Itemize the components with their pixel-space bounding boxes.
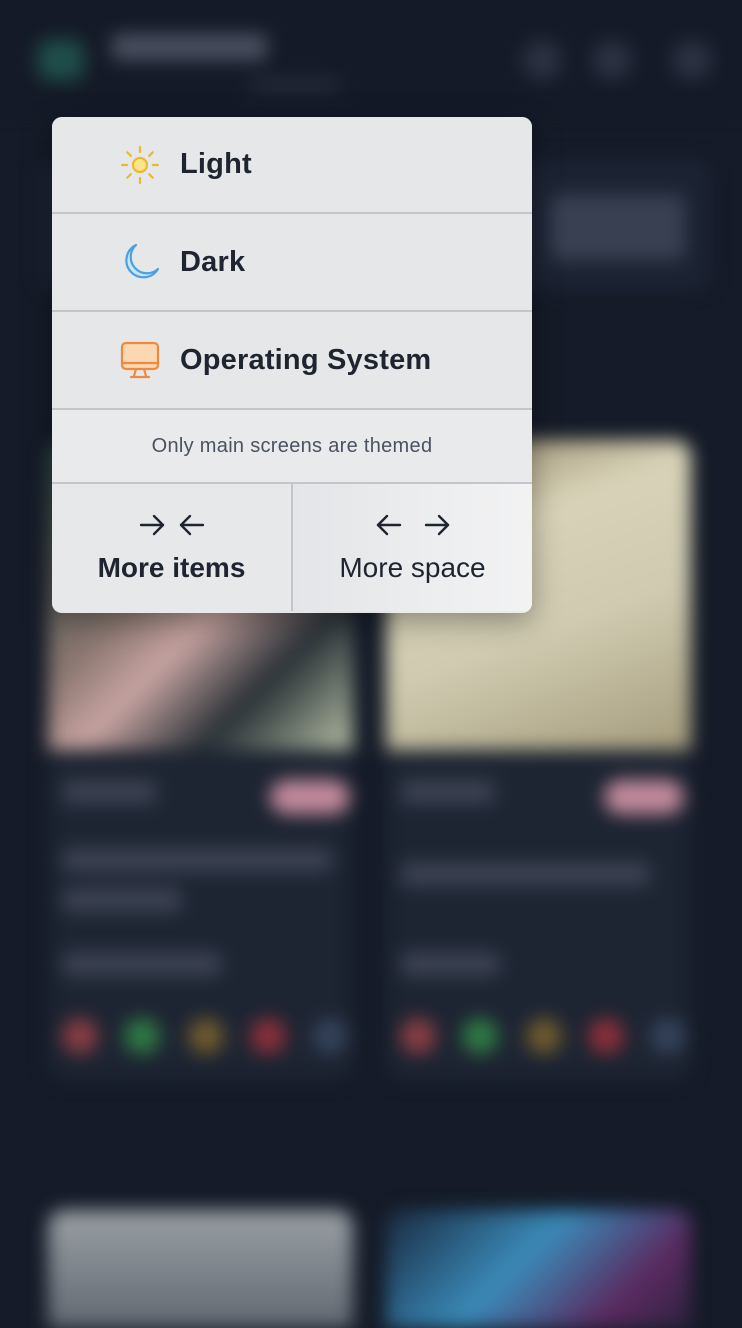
theme-option-label: Operating System	[180, 343, 432, 376]
theme-option-label: Light	[180, 148, 252, 180]
theme-option-dark[interactable]: Dark	[52, 214, 532, 312]
more-items-button[interactable]: More items	[52, 484, 293, 611]
arrows-outward-icon	[374, 510, 452, 540]
more-items-label: More items	[97, 552, 246, 583]
theme-note-text: Only main screens are themed	[151, 434, 433, 457]
theme-settings-popover: Light Dark Operating System Only main sc…	[52, 117, 532, 613]
more-space-label: More space	[339, 552, 486, 583]
density-toggle: More items More space	[52, 484, 532, 611]
app-subtitle	[250, 80, 340, 90]
header-avatar	[672, 40, 712, 80]
theme-note: Only main screens are themed	[52, 410, 532, 484]
app-title	[112, 34, 267, 60]
more-space-button[interactable]: More space	[293, 484, 532, 611]
theme-option-light[interactable]: Light	[52, 117, 532, 214]
theme-option-operating-system[interactable]: Operating System	[52, 312, 532, 410]
app-logo	[38, 40, 84, 80]
sun-icon	[119, 144, 161, 186]
moon-icon	[119, 241, 161, 283]
background-card-4	[386, 1210, 691, 1328]
arrows-inward-icon	[137, 510, 207, 540]
theme-option-label: Dark	[180, 245, 246, 278]
header-settings-icon	[592, 40, 632, 80]
header-search-icon	[522, 40, 562, 80]
app-header	[0, 0, 742, 110]
background-panel-widget	[550, 195, 685, 260]
background-card-3	[48, 1210, 353, 1328]
monitor-icon	[119, 339, 161, 381]
